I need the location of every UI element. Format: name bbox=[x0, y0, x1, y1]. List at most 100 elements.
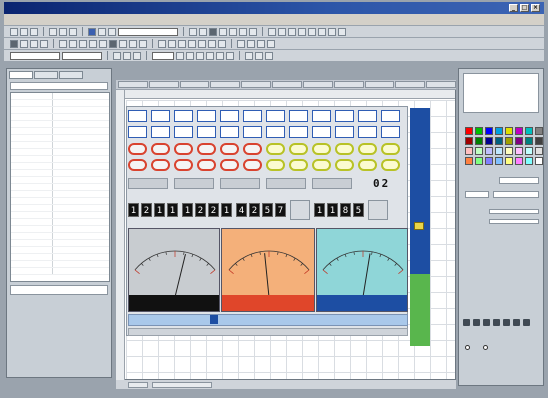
property-row[interactable] bbox=[11, 107, 109, 114]
toolbar-tool-icon[interactable] bbox=[199, 27, 207, 36]
digit-reset-button[interactable] bbox=[368, 200, 388, 220]
column-header-cell[interactable] bbox=[210, 81, 241, 88]
property-row[interactable] bbox=[11, 149, 109, 156]
property-row[interactable] bbox=[11, 114, 109, 121]
align-tool-icon[interactable] bbox=[523, 319, 530, 326]
property-row[interactable] bbox=[11, 191, 109, 198]
gray-button-4[interactable] bbox=[312, 178, 352, 189]
toolbar-tool-icon[interactable] bbox=[59, 39, 67, 48]
align-tool-icon[interactable] bbox=[503, 319, 510, 326]
toolbar-tool-icon[interactable] bbox=[49, 27, 57, 36]
menu-item-7[interactable] bbox=[180, 17, 194, 23]
close-button[interactable]: × bbox=[531, 4, 540, 12]
toolbar-tool-icon[interactable] bbox=[168, 39, 176, 48]
menu-item-1[interactable] bbox=[36, 17, 50, 23]
color-swatch[interactable] bbox=[525, 157, 533, 165]
blue-outline-button[interactable] bbox=[128, 110, 147, 122]
property-tab-1[interactable] bbox=[34, 71, 58, 79]
toolbar-tool-icon[interactable] bbox=[265, 51, 273, 60]
property-row[interactable] bbox=[11, 100, 109, 107]
blue-outline-button[interactable] bbox=[151, 110, 170, 122]
yellow-oval-button[interactable] bbox=[289, 143, 308, 155]
color-swatch[interactable] bbox=[475, 127, 483, 135]
toolbar-tool-icon[interactable] bbox=[288, 27, 296, 36]
color-swatch[interactable] bbox=[495, 137, 503, 145]
blue-outline-button[interactable] bbox=[220, 110, 239, 122]
toolbar-tool-icon[interactable] bbox=[123, 51, 131, 60]
toolbar-tool-icon[interactable] bbox=[30, 39, 38, 48]
toolbar-combo[interactable] bbox=[10, 51, 60, 60]
yellow-oval-button[interactable] bbox=[335, 159, 354, 171]
color-swatch[interactable] bbox=[465, 147, 473, 155]
toolbar-tool-icon[interactable] bbox=[119, 39, 127, 48]
property-grid[interactable] bbox=[10, 92, 110, 282]
color-swatch[interactable] bbox=[525, 147, 533, 155]
toolbar-tool-icon[interactable] bbox=[308, 27, 316, 36]
yellow-oval-button[interactable] bbox=[381, 159, 400, 171]
column-header-cell[interactable] bbox=[302, 81, 333, 88]
blue-outline-button[interactable] bbox=[174, 126, 193, 138]
property-row[interactable] bbox=[11, 219, 109, 226]
property-value[interactable] bbox=[53, 100, 109, 106]
style-combo[interactable] bbox=[499, 177, 539, 184]
blue-outline-button[interactable] bbox=[289, 126, 308, 138]
toolbar-tool-icon[interactable] bbox=[79, 39, 87, 48]
red-oval-button[interactable] bbox=[151, 143, 170, 155]
property-row[interactable] bbox=[11, 142, 109, 149]
toolbar-tool-icon[interactable] bbox=[113, 51, 121, 60]
red-oval-button[interactable] bbox=[243, 159, 262, 171]
toolbar-tool-icon[interactable] bbox=[109, 39, 117, 48]
toolbar-tool-icon[interactable] bbox=[328, 27, 336, 36]
toolbar-tool-icon[interactable] bbox=[249, 27, 257, 36]
blue-outline-button[interactable] bbox=[312, 126, 331, 138]
toolbar-tool-icon[interactable] bbox=[20, 39, 28, 48]
property-row[interactable] bbox=[11, 184, 109, 191]
yellow-oval-button[interactable] bbox=[358, 159, 377, 171]
horizontal-slider-track[interactable] bbox=[128, 314, 408, 326]
color-swatch[interactable] bbox=[505, 157, 513, 165]
align-tool-icon[interactable] bbox=[483, 319, 490, 326]
toolbar-tool-icon[interactable] bbox=[219, 27, 227, 36]
maximize-button[interactable]: □ bbox=[520, 4, 529, 12]
color-swatch[interactable] bbox=[485, 137, 493, 145]
property-value[interactable] bbox=[53, 107, 109, 113]
menu-item-2[interactable] bbox=[60, 17, 74, 23]
property-row[interactable] bbox=[11, 177, 109, 184]
menu-item-3[interactable] bbox=[84, 17, 98, 23]
toolbar-tool-icon[interactable] bbox=[89, 39, 97, 48]
red-oval-button[interactable] bbox=[197, 143, 216, 155]
column-header-cell[interactable] bbox=[395, 81, 426, 88]
toolbar-tool-icon[interactable] bbox=[178, 39, 186, 48]
toolbar-tool-icon[interactable] bbox=[255, 51, 263, 60]
color-swatch[interactable] bbox=[465, 137, 473, 145]
color-swatch[interactable] bbox=[475, 157, 483, 165]
blue-outline-button[interactable] bbox=[243, 110, 262, 122]
blue-outline-button[interactable] bbox=[381, 110, 400, 122]
blue-outline-button[interactable] bbox=[289, 110, 308, 122]
color-swatch[interactable] bbox=[465, 157, 473, 165]
toolbar-tool-icon[interactable] bbox=[88, 27, 96, 36]
line-width-slider-2[interactable] bbox=[489, 219, 539, 224]
toolbar-tool-icon[interactable] bbox=[198, 39, 206, 48]
property-row[interactable] bbox=[11, 156, 109, 163]
menu-item-4[interactable] bbox=[108, 17, 122, 23]
menu-item-5[interactable] bbox=[132, 17, 146, 23]
gray-button-3[interactable] bbox=[266, 178, 306, 189]
property-row[interactable] bbox=[11, 247, 109, 254]
column-header-cell[interactable] bbox=[148, 81, 179, 88]
size-field[interactable] bbox=[465, 191, 489, 198]
color-swatch[interactable] bbox=[505, 137, 513, 145]
blue-outline-button[interactable] bbox=[312, 110, 331, 122]
toolbar-tool-icon[interactable] bbox=[40, 39, 48, 48]
toolbar-tool-icon[interactable] bbox=[226, 51, 234, 60]
column-header-cell[interactable] bbox=[241, 81, 272, 88]
menu-item-8[interactable] bbox=[204, 17, 218, 23]
toolbar-tool-icon[interactable] bbox=[158, 39, 166, 48]
property-tab-0[interactable] bbox=[9, 71, 33, 79]
toolbar-tool-icon[interactable] bbox=[10, 27, 18, 36]
toolbar-tool-icon[interactable] bbox=[69, 27, 77, 36]
blue-outline-button[interactable] bbox=[128, 126, 147, 138]
blue-outline-button[interactable] bbox=[266, 126, 285, 138]
toolbar-tool-icon[interactable] bbox=[239, 27, 247, 36]
color-swatch[interactable] bbox=[465, 127, 473, 135]
